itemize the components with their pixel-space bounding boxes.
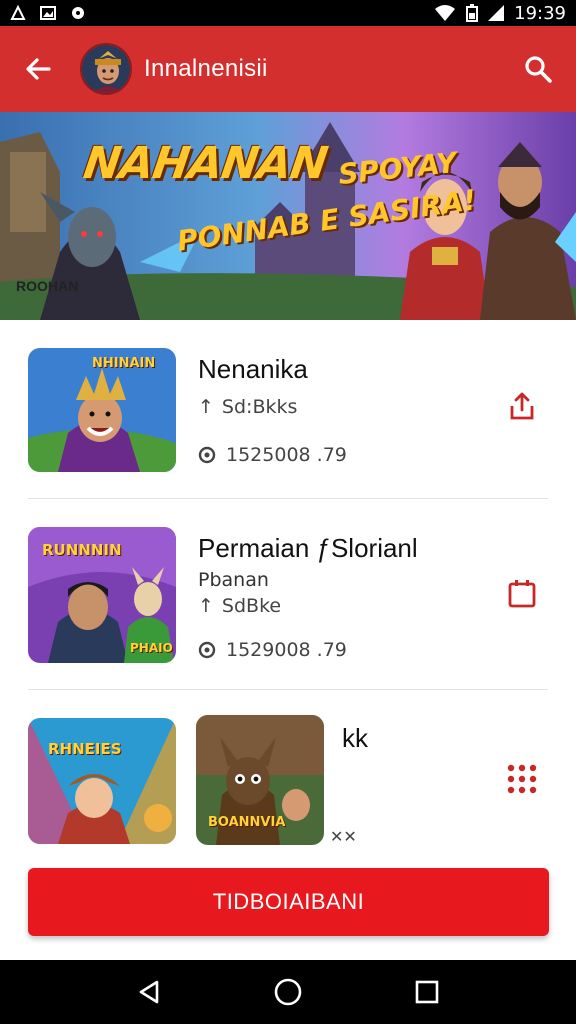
notification-icon <box>10 5 26 20</box>
game-thumbnail: RHNEIES <box>28 718 176 844</box>
item-tag-text: Sd:Bkks <box>221 396 298 418</box>
search-icon <box>525 56 552 83</box>
avatar-image <box>82 45 130 93</box>
game-thumbnail: NHINAIN <box>28 348 176 472</box>
item-title: kk <box>342 723 368 753</box>
arrow-left-icon <box>26 58 51 80</box>
thumb-text: PHAIO <box>130 641 173 655</box>
clock: 19:39 <box>514 2 566 24</box>
divider <box>28 689 548 690</box>
avatar[interactable] <box>80 43 132 95</box>
primary-action-button[interactable]: TIDBOIAIBANI <box>28 868 549 936</box>
item-tag-text: SdBke <box>221 595 282 617</box>
app-title: Innalnenisii <box>144 55 268 82</box>
item-tag: ↑ Sd:Bkks <box>198 396 297 418</box>
back-button[interactable] <box>18 49 58 89</box>
nav-home-button[interactable] <box>266 970 310 1014</box>
nav-back-button[interactable] <box>127 970 171 1014</box>
cell-signal-icon <box>488 5 505 21</box>
chat-icon <box>198 641 216 659</box>
thumb-text: NHINAIN <box>92 356 156 371</box>
item-stats: 1529008 .79 <box>198 639 347 661</box>
system-nav-bar <box>0 960 576 1024</box>
grid-dots-icon <box>507 764 537 794</box>
upload-small-icon: ↑ <box>198 595 214 617</box>
share-button[interactable] <box>504 388 540 424</box>
more-button[interactable] <box>504 761 540 797</box>
search-button[interactable] <box>518 49 558 89</box>
item-badge: ✕✕ <box>330 827 357 846</box>
thumb-text: RHNEIES <box>48 740 122 758</box>
app-bar: Innalnenisii <box>0 26 576 112</box>
banner-headline: NAHANAN <box>80 138 331 189</box>
divider <box>28 498 548 499</box>
list-item[interactable]: RHNEIES BOANNVIA kk ✕✕ <box>28 715 548 846</box>
circle-home-icon <box>274 978 302 1006</box>
thumb-text: RUNNNIN <box>42 541 122 559</box>
chat-icon <box>198 446 216 464</box>
triangle-back-icon <box>140 980 159 1004</box>
thumb-text: BOANNVIA <box>208 815 286 830</box>
item-title: Permaian ƒSlorianl <box>198 533 418 563</box>
image-icon <box>40 6 56 20</box>
settings-icon <box>72 7 84 19</box>
upload-small-icon: ↑ <box>198 396 214 418</box>
item-stats: 1525008 .79 <box>198 444 347 466</box>
list-item[interactable]: RUNNNIN PHAIO Permaian ƒSlorianl Pbanan … <box>28 527 548 663</box>
square-recents-icon <box>415 980 438 1004</box>
banner-logo: ROOHAN <box>16 278 79 294</box>
status-bar: 19:39 <box>0 0 576 26</box>
wifi-icon <box>435 5 456 21</box>
calendar-button[interactable] <box>504 575 540 611</box>
game-thumbnail: RUNNNIN PHAIO <box>28 527 176 663</box>
item-tag: ↑ SdBke <box>198 595 281 617</box>
calendar-icon <box>508 580 536 608</box>
list-item[interactable]: NHINAIN Nenanika ↑ Sd:Bkks 1525008 .79 <box>28 348 548 472</box>
share-icon <box>510 392 534 420</box>
item-stats-text: 1529008 .79 <box>226 639 347 661</box>
nav-recents-button[interactable] <box>405 970 449 1014</box>
battery-icon <box>466 4 479 22</box>
item-stats-text: 1525008 .79 <box>226 444 347 466</box>
game-thumbnail: BOANNVIA <box>196 715 324 845</box>
item-title: Nenanika <box>198 354 308 384</box>
item-subtitle: Pbanan <box>198 569 269 591</box>
